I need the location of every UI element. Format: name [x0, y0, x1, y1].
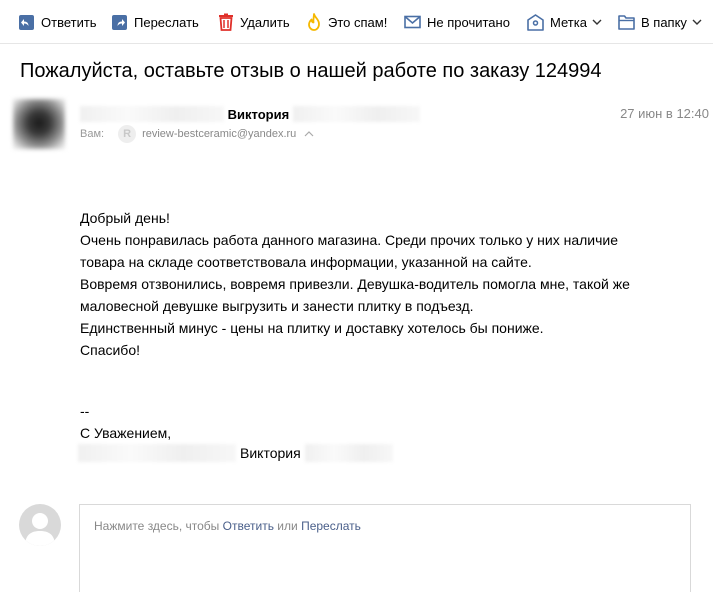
recipient-line: Вам: R review-bestceramic@yandex.ru	[80, 125, 314, 143]
sender-line[interactable]: Виктория	[80, 104, 420, 124]
user-silhouette-icon	[25, 513, 55, 546]
chevron-down-icon	[692, 19, 702, 26]
chevron-down-icon	[592, 19, 602, 26]
body-line: маловесной девушке выгрузить и занести п…	[80, 298, 474, 314]
mail-view: Ответить Переслать Удалить Это спам! Не …	[0, 0, 713, 592]
reply-label: Ответить	[41, 14, 97, 30]
forward-button[interactable]: Переслать	[111, 11, 199, 33]
redacted-text	[78, 444, 236, 462]
body-line: Вовремя отзвонились, вовремя привезли. Д…	[80, 276, 630, 292]
forward-icon	[111, 14, 128, 31]
unread-label: Не прочитано	[427, 14, 510, 30]
redacted-text	[293, 106, 420, 122]
sender-name: Виктория	[227, 106, 290, 122]
sender-avatar[interactable]	[13, 99, 65, 149]
quick-forward-link[interactable]: Переслать	[301, 519, 361, 533]
signature-dashes: --	[80, 403, 90, 419]
signature-regards: С Уважением,	[80, 425, 172, 441]
folder-label: В папку	[641, 14, 687, 30]
body-line: Очень понравилась работа данного магазин…	[80, 232, 619, 248]
spam-button[interactable]: Это спам!	[306, 11, 387, 33]
redacted-text	[304, 444, 393, 462]
reply-icon	[18, 14, 35, 31]
folder-icon	[618, 14, 635, 30]
trash-icon	[218, 13, 234, 31]
forward-label: Переслать	[134, 14, 199, 30]
signature-name-line: Виктория	[78, 442, 393, 464]
recipient-email[interactable]: review-bestceramic@yandex.ru	[142, 128, 296, 140]
redacted-text	[80, 106, 224, 122]
tag-icon	[527, 13, 544, 31]
envelope-icon	[404, 15, 421, 29]
body-line: Добрый день!	[80, 210, 170, 226]
label-label: Метка	[550, 14, 587, 30]
message-body: Добрый день! Очень понравилась работа да…	[80, 207, 700, 361]
message-date: 27 июн в 12:40	[620, 106, 709, 121]
message-toolbar: Ответить Переслать Удалить Это спам! Не …	[0, 0, 713, 44]
reply-button[interactable]: Ответить	[18, 11, 97, 33]
chevron-up-icon[interactable]	[304, 128, 314, 140]
mark-unread-button[interactable]: Не прочитано	[404, 11, 510, 33]
flame-icon	[306, 13, 322, 31]
message-subject: Пожалуйста, оставьте отзыв о нашей работ…	[20, 60, 602, 82]
recipient-avatar-icon: R	[118, 125, 137, 143]
label-dropdown[interactable]: Метка	[527, 11, 602, 33]
spam-label: Это спам!	[328, 14, 388, 30]
body-line: товара на складе соответствовала информа…	[80, 254, 532, 270]
delete-button[interactable]: Удалить	[218, 11, 290, 33]
reply-hint-prefix: Нажмите здесь, чтобы	[94, 519, 220, 533]
to-label: Вам:	[80, 128, 105, 140]
quick-reply-box[interactable]: Нажмите здесь, чтобы Ответить или Пересл…	[79, 504, 691, 592]
move-to-folder-dropdown[interactable]: В папку	[618, 11, 702, 33]
delete-label: Удалить	[240, 14, 290, 30]
quick-reply-hint: Нажмите здесь, чтобы Ответить или Пересл…	[94, 519, 361, 533]
signature-name: Виктория	[240, 445, 301, 461]
signature: -- С Уважением,	[80, 400, 171, 444]
reply-hint-or: или	[277, 519, 298, 533]
quick-reply-link[interactable]: Ответить	[223, 519, 274, 533]
user-avatar	[19, 504, 61, 546]
body-line: Единственный минус - цены на плитку и до…	[80, 320, 544, 336]
body-line: Спасибо!	[80, 342, 140, 358]
